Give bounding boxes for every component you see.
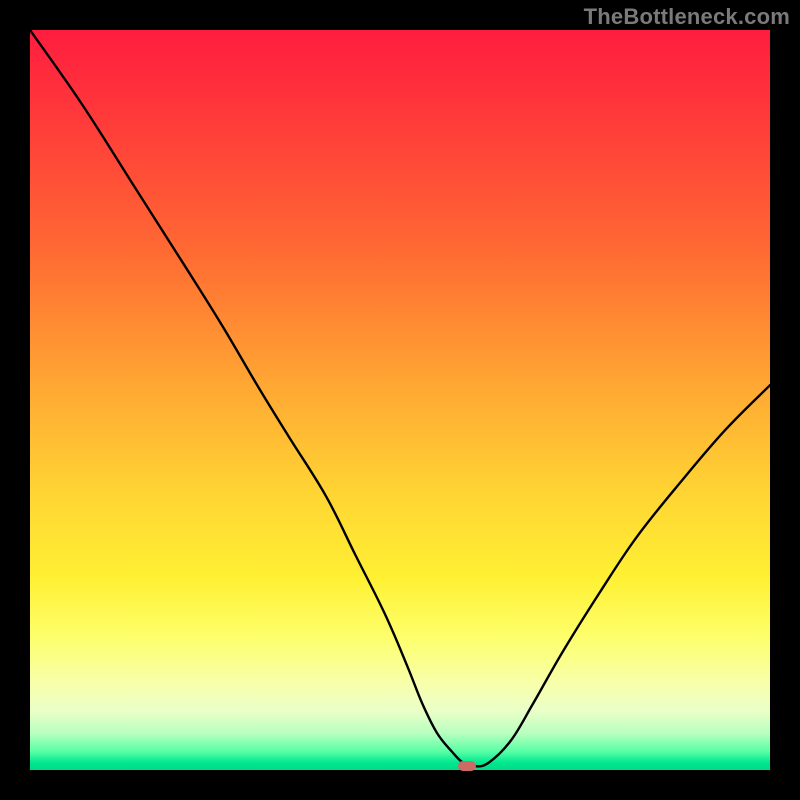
plot-area [30, 30, 770, 770]
attribution-text: TheBottleneck.com [584, 4, 790, 30]
optimum-marker [458, 761, 476, 771]
chart-frame: TheBottleneck.com [0, 0, 800, 800]
bottleneck-curve [30, 30, 770, 770]
